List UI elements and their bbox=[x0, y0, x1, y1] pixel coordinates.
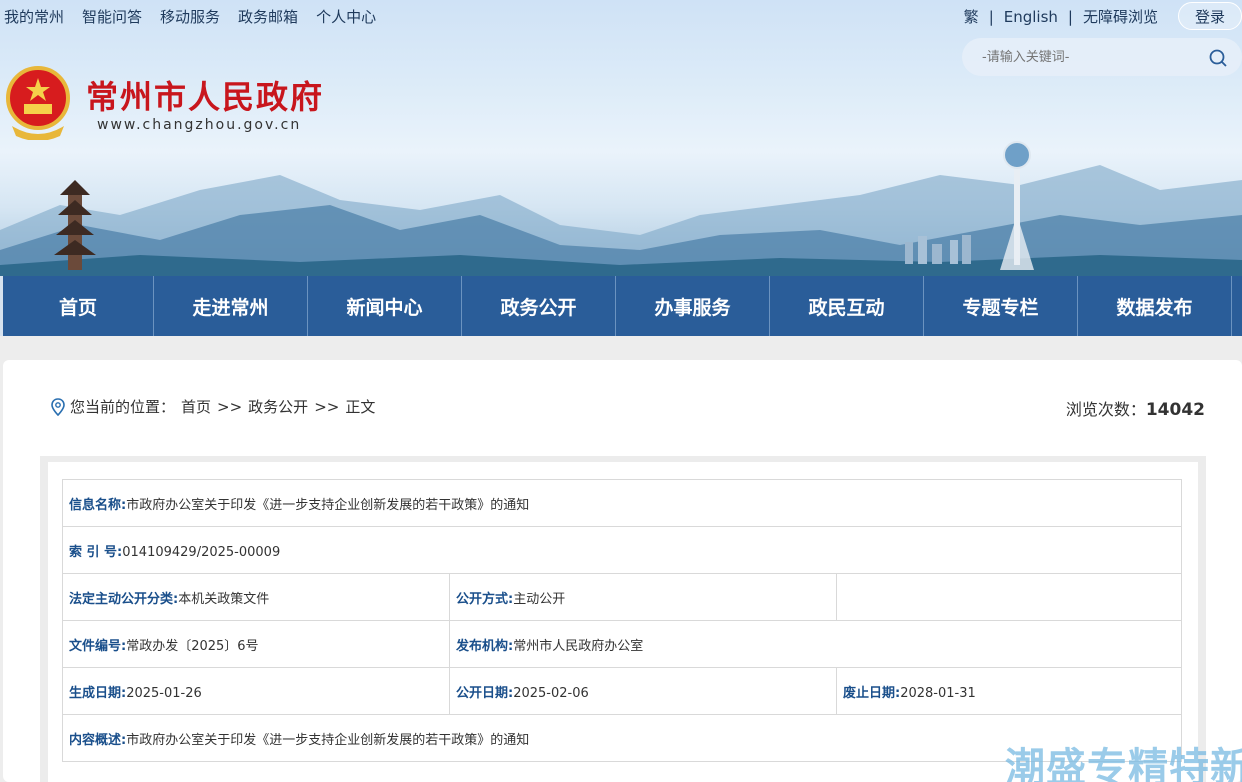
view-count-label: 浏览次数： bbox=[1065, 400, 1146, 419]
table-row: 生成日期:2025-01-26 公开日期:2025-02-06 废止日期:202… bbox=[62, 667, 1182, 715]
nav-home[interactable]: 首页 bbox=[0, 276, 154, 336]
publisher-value: 常州市人民政府办公室 bbox=[513, 638, 644, 654]
link-mobile-service[interactable]: 移动服务 bbox=[160, 6, 220, 27]
link-english[interactable]: English bbox=[1004, 8, 1058, 26]
info-name-cell: 信息名称:市政府办公室关于印发《进一步支持企业创新发展的若干政策》的通知 bbox=[62, 479, 1182, 527]
search-icon[interactable] bbox=[1208, 48, 1228, 68]
summary-value: 市政府办公室关于印发《进一步支持企业创新发展的若干政策》的通知 bbox=[126, 732, 530, 748]
location-pin-icon bbox=[51, 397, 65, 416]
breadcrumb-home[interactable]: 首页 bbox=[181, 396, 211, 417]
search-box bbox=[962, 38, 1242, 76]
summary-label: 内容概述: bbox=[69, 732, 127, 748]
breadcrumb: 您当前的位置： 首页 >> 政务公开 >> 正文 bbox=[50, 396, 381, 417]
index-label: 索 引 号: bbox=[69, 544, 123, 560]
link-gov-mail[interactable]: 政务邮箱 bbox=[238, 6, 298, 27]
mode-cell: 公开方式:主动公开 bbox=[449, 573, 837, 621]
header-banner: 我的常州 智能问答 移动服务 政务邮箱 个人中心 繁 | English | 无… bbox=[0, 0, 1242, 276]
separator: | bbox=[988, 7, 994, 26]
main-nav: 首页 走进常州 新闻中心 政务公开 办事服务 政民互动 专题专栏 数据发布 bbox=[0, 276, 1242, 336]
login-button[interactable]: 登录 bbox=[1178, 2, 1242, 30]
nav-gov-affairs[interactable]: 政务公开 bbox=[462, 276, 616, 336]
info-name-value: 市政府办公室关于印发《进一步支持企业创新发展的若干政策》的通知 bbox=[126, 497, 530, 513]
doc-no-cell: 文件编号:常政办发〔2025〕6号 bbox=[62, 620, 450, 668]
open-date-label: 公开日期: bbox=[456, 685, 514, 701]
nav-filler bbox=[1232, 276, 1242, 336]
category-value: 本机关政策文件 bbox=[178, 591, 270, 607]
breadcrumb-gov-affairs[interactable]: 政务公开 bbox=[248, 396, 308, 417]
nav-special-topics[interactable]: 专题专栏 bbox=[924, 276, 1078, 336]
breadcrumb-current: 正文 bbox=[345, 398, 376, 416]
search-input[interactable] bbox=[982, 46, 1202, 68]
separator: | bbox=[1067, 7, 1073, 26]
publisher-label: 发布机构: bbox=[456, 638, 514, 654]
expire-date-value: 2028-01-31 bbox=[900, 685, 976, 701]
breadcrumb-separator: >> bbox=[217, 397, 243, 416]
link-accessibility[interactable]: 无障碍浏览 bbox=[1083, 6, 1158, 27]
created-value: 2025-01-26 bbox=[126, 685, 202, 701]
category-label: 法定主动公开分类: bbox=[69, 591, 179, 607]
mode-value: 主动公开 bbox=[513, 591, 566, 607]
nav-about-changzhou[interactable]: 走进常州 bbox=[154, 276, 308, 336]
info-name-label: 信息名称: bbox=[69, 497, 127, 513]
national-emblem-icon bbox=[6, 66, 70, 140]
document-meta-table: 信息名称:市政府办公室关于印发《进一步支持企业创新发展的若干政策》的通知 索 引… bbox=[62, 479, 1182, 762]
table-row: 索 引 号:014109429/2025-00009 bbox=[62, 526, 1182, 574]
table-row: 信息名称:市政府办公室关于印发《进一步支持企业创新发展的若干政策》的通知 bbox=[62, 479, 1182, 527]
nav-interaction[interactable]: 政民互动 bbox=[770, 276, 924, 336]
nav-news-center[interactable]: 新闻中心 bbox=[308, 276, 462, 336]
top-links: 我的常州 智能问答 移动服务 政务邮箱 个人中心 bbox=[4, 6, 376, 27]
link-smart-qa[interactable]: 智能问答 bbox=[82, 6, 142, 27]
open-date-cell: 公开日期:2025-02-06 bbox=[449, 667, 837, 715]
watermark-text: 潮盛专精特新 bbox=[1005, 745, 1242, 782]
table-row: 法定主动公开分类:本机关政策文件 公开方式:主动公开 bbox=[62, 573, 1182, 621]
site-url: www.changzhou.gov.cn bbox=[97, 117, 302, 133]
index-cell: 索 引 号:014109429/2025-00009 bbox=[62, 526, 1182, 574]
doc-no-value: 常政办发〔2025〕6号 bbox=[126, 638, 259, 654]
table-row: 文件编号:常政办发〔2025〕6号 发布机构:常州市人民政府办公室 bbox=[62, 620, 1182, 668]
link-my-changzhou[interactable]: 我的常州 bbox=[4, 6, 64, 27]
breadcrumb-separator: >> bbox=[314, 397, 340, 416]
publisher-cell: 发布机构:常州市人民政府办公室 bbox=[449, 620, 1182, 668]
open-date-value: 2025-02-06 bbox=[513, 685, 589, 701]
created-cell: 生成日期:2025-01-26 bbox=[62, 667, 450, 715]
nav-services[interactable]: 办事服务 bbox=[616, 276, 770, 336]
utility-links: 繁 | English | 无障碍浏览 bbox=[964, 6, 1158, 27]
index-value: 014109429/2025-00009 bbox=[122, 544, 281, 560]
link-traditional-chinese[interactable]: 繁 bbox=[964, 6, 979, 27]
category-cell: 法定主动公开分类:本机关政策文件 bbox=[62, 573, 450, 621]
link-personal-center[interactable]: 个人中心 bbox=[316, 6, 376, 27]
empty-cell bbox=[836, 573, 1182, 621]
expire-date-label: 废止日期: bbox=[843, 685, 901, 701]
expire-date-cell: 废止日期:2028-01-31 bbox=[836, 667, 1182, 715]
view-count: 浏览次数：14042 bbox=[1066, 396, 1205, 420]
site-title: 常州市人民政府 bbox=[86, 78, 325, 116]
mode-label: 公开方式: bbox=[456, 591, 514, 607]
breadcrumb-prefix: 您当前的位置： bbox=[70, 398, 176, 416]
nav-data-release[interactable]: 数据发布 bbox=[1078, 276, 1232, 336]
view-count-value: 14042 bbox=[1145, 400, 1205, 420]
doc-no-label: 文件编号: bbox=[69, 638, 127, 654]
created-label: 生成日期: bbox=[69, 685, 127, 701]
